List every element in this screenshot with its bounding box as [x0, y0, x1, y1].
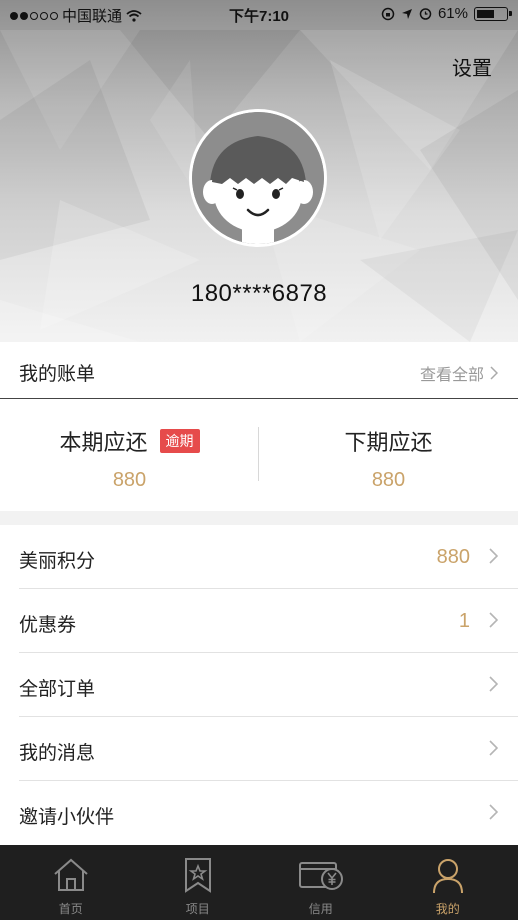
- menu-item-coupons[interactable]: 优惠券 1: [0, 589, 518, 653]
- user-icon: [432, 859, 463, 894]
- current-due-label: 本期应还: [59, 430, 148, 455]
- bill-title: 我的账单: [19, 364, 96, 385]
- menu-item-label: 优惠券: [19, 615, 77, 636]
- tab-label: 项目: [185, 902, 210, 916]
- tab-bar: 首页 项目 信用 我的: [0, 845, 518, 920]
- next-due-label: 下期应还: [344, 430, 433, 455]
- settings-button[interactable]: 设置: [452, 52, 492, 81]
- menu-list: 美丽积分 880 优惠券 1 全部订单 我的消息 邀请小伙伴: [0, 525, 518, 845]
- tab-label: 首页: [58, 902, 83, 916]
- rotation-lock-icon: [381, 7, 395, 20]
- avatar[interactable]: [189, 109, 327, 247]
- bookmark-star-icon: [184, 858, 211, 893]
- bill-section-header: 我的账单 查看全部: [0, 342, 518, 399]
- menu-item-value: 880: [436, 546, 470, 568]
- chevron-right-icon: [489, 676, 498, 692]
- chevron-right-icon: [490, 366, 498, 380]
- menu-item-invite-friends[interactable]: 邀请小伙伴: [0, 781, 518, 845]
- view-all-label: 查看全部: [419, 367, 484, 384]
- status-bar: 中国联通 下午7:10 61%: [0, 0, 518, 30]
- next-due-block[interactable]: 下期应还 880: [259, 425, 518, 492]
- tab-projects[interactable]: 项目: [133, 845, 263, 920]
- credit-card-yen-icon: [298, 862, 343, 890]
- battery-icon: [474, 6, 512, 21]
- chevron-right-icon: [489, 804, 498, 820]
- battery-percent: 61%: [437, 5, 468, 22]
- menu-item-label: 美丽积分: [19, 551, 96, 572]
- menu-item-all-orders[interactable]: 全部订单: [0, 653, 518, 717]
- menu-item-label: 全部订单: [19, 679, 96, 700]
- current-due-amount: 880: [112, 469, 147, 491]
- tab-home[interactable]: 首页: [6, 845, 136, 920]
- view-all-bills-link[interactable]: 查看全部: [420, 361, 498, 385]
- chevron-right-icon: [489, 548, 498, 564]
- menu-item-value: 1: [458, 610, 470, 632]
- tab-label: 信用: [308, 902, 333, 916]
- tab-mine[interactable]: 我的: [383, 845, 513, 920]
- next-due-amount: 880: [371, 469, 406, 491]
- current-due-block[interactable]: 本期应还 逾期 880: [0, 425, 259, 492]
- profile-header: 中国联通 下午7:10 61% 设置 180****6878: [0, 0, 518, 342]
- tab-label: 我的: [435, 902, 460, 916]
- location-arrow-icon: [401, 8, 412, 19]
- overdue-badge: 逾期: [159, 429, 200, 453]
- alarm-clock-icon: [419, 8, 432, 20]
- home-icon: [54, 858, 88, 891]
- chevron-right-icon: [489, 740, 498, 756]
- menu-item-label: 我的消息: [19, 743, 96, 764]
- menu-item-label: 邀请小伙伴: [19, 807, 115, 828]
- chevron-right-icon: [489, 612, 498, 628]
- girl-avatar-icon: [192, 112, 324, 244]
- tab-credit[interactable]: 信用: [256, 845, 386, 920]
- menu-item-my-messages[interactable]: 我的消息: [0, 717, 518, 781]
- phone-number: 180****6878: [190, 280, 328, 307]
- bill-summary: 本期应还 逾期 880 下期应还 880: [0, 399, 518, 511]
- menu-item-beauty-points[interactable]: 美丽积分 880: [0, 525, 518, 589]
